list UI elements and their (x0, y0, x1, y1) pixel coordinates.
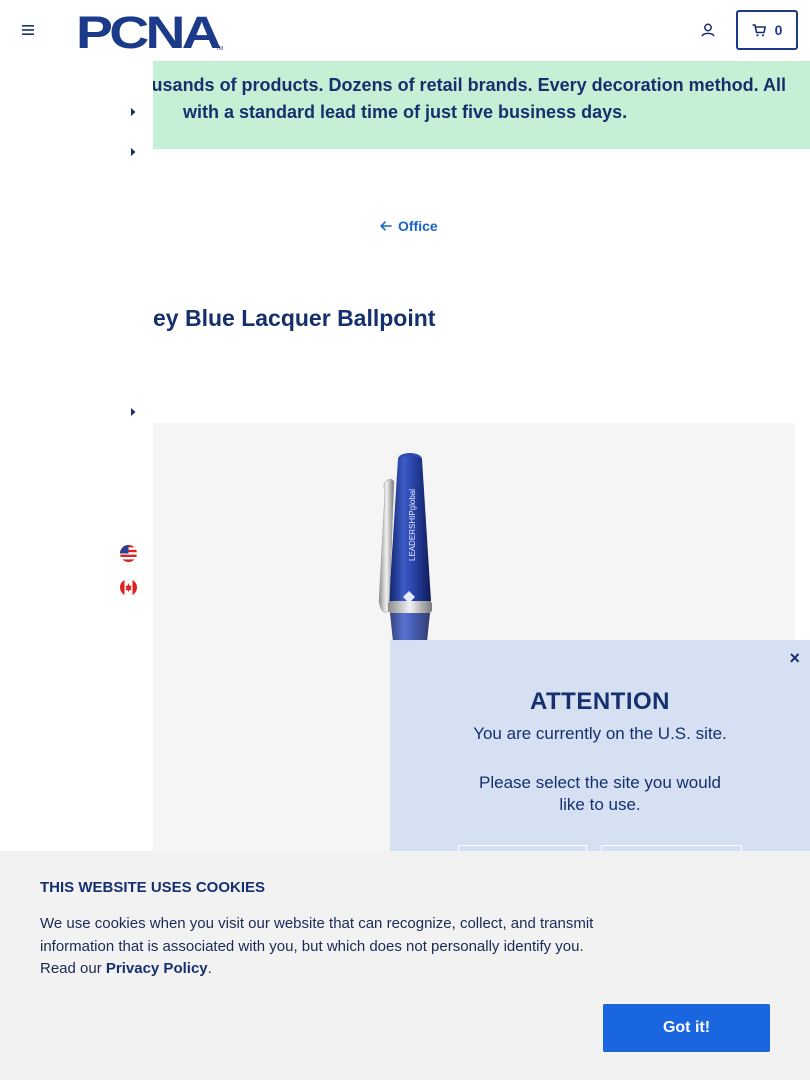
banner-line-2: with a standard lead time of just five b… (183, 102, 628, 122)
cookie-banner: THIS WEBSITE USES COOKIES We use cookies… (0, 851, 810, 1080)
modal-close-button[interactable]: × (789, 648, 800, 669)
product-title: ey Blue Lacquer Ballpoint (153, 305, 436, 331)
modal-title: ATTENTION (529, 688, 671, 715)
privacy-policy-link[interactable]: Privacy Policy (106, 960, 208, 977)
pcna-logo[interactable]: PCNA TM (76, 7, 224, 58)
modal-current-site-text: You are currently on the U.S. site. (473, 724, 727, 743)
menu-button[interactable] (18, 20, 38, 40)
site-selection-modal: × ATTENTION You are currently on the U.S… (390, 640, 810, 875)
navigation-drawer (0, 61, 153, 851)
cookie-title: THIS WEBSITE USES COOKIES (40, 879, 266, 896)
breadcrumb-back-link[interactable]: Office (380, 218, 438, 234)
arrow-left-icon (380, 221, 392, 231)
pen-imprint: LEADERSHIPglobal (408, 489, 417, 561)
account-button[interactable] (697, 19, 719, 41)
cookie-period: . (207, 960, 212, 977)
cart-count: 0 (774, 22, 783, 38)
cart-icon (752, 23, 766, 36)
caret-right-icon[interactable] (128, 406, 138, 418)
modal-select-site-text: Please select the site you would like to… (479, 773, 721, 814)
logo-text: PCNA (76, 11, 221, 51)
canada-flag-icon[interactable] (120, 579, 137, 596)
page: PCNA TM 0 usands of products. Dozens of … (0, 0, 810, 1080)
logo-trademark: TM (216, 46, 223, 51)
account-icon (701, 23, 715, 37)
logo-mark: PCNA TM (76, 7, 224, 58)
cookie-accept-button[interactable]: Got it! (603, 1004, 770, 1052)
caret-right-icon[interactable] (128, 106, 138, 118)
menu-icon (22, 25, 34, 35)
cookie-text: We use cookies when you visit our websit… (40, 913, 610, 981)
cart-button[interactable]: 0 (736, 10, 798, 50)
breadcrumb-label: Office (398, 218, 438, 234)
us-flag-icon[interactable] (120, 545, 137, 562)
pen-image: LEADERSHIPglobal (378, 453, 432, 664)
site-header: PCNA TM 0 (0, 0, 810, 61)
caret-right-icon[interactable] (128, 146, 138, 158)
banner-line-1: usands of products. Dozens of retail bra… (151, 75, 786, 95)
